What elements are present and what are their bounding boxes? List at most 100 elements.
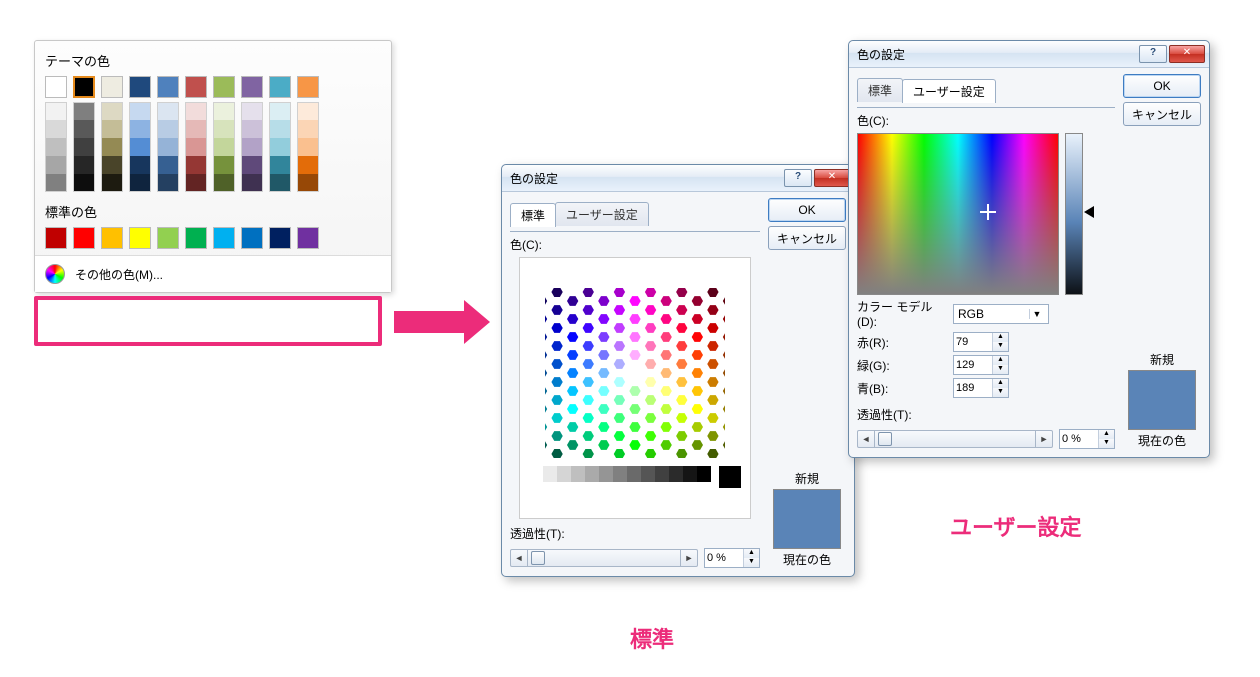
gray-swatch[interactable] bbox=[641, 466, 655, 482]
standard-swatch[interactable] bbox=[129, 227, 151, 249]
standard-swatch[interactable] bbox=[157, 227, 179, 249]
gray-swatch[interactable] bbox=[571, 466, 585, 482]
transparency-slider[interactable]: ◄ ► bbox=[510, 549, 698, 567]
close-button[interactable]: ✕ bbox=[814, 169, 850, 187]
tint-swatch[interactable] bbox=[241, 102, 263, 120]
tint-swatch[interactable] bbox=[101, 102, 123, 120]
tint-swatch[interactable] bbox=[157, 138, 179, 156]
luminance-slider[interactable] bbox=[1065, 133, 1083, 295]
tint-swatch[interactable] bbox=[241, 156, 263, 174]
tint-swatch[interactable] bbox=[73, 174, 95, 192]
tint-swatch[interactable] bbox=[101, 120, 123, 138]
color-model-select[interactable]: RGB ▼ bbox=[953, 304, 1049, 324]
close-button[interactable]: ✕ bbox=[1169, 45, 1205, 63]
grayscale-row[interactable] bbox=[529, 466, 741, 488]
tint-swatch[interactable] bbox=[73, 102, 95, 120]
theme-swatch[interactable] bbox=[157, 76, 179, 98]
spin-down-icon[interactable]: ▼ bbox=[993, 365, 1008, 374]
gray-swatch[interactable] bbox=[719, 466, 741, 488]
theme-swatch[interactable] bbox=[269, 76, 291, 98]
tint-swatch[interactable] bbox=[185, 102, 207, 120]
transparency-spinner[interactable]: ▲▼ bbox=[704, 548, 760, 568]
gray-swatch[interactable] bbox=[599, 466, 613, 482]
tint-swatch[interactable] bbox=[297, 120, 319, 138]
tint-swatch[interactable] bbox=[101, 138, 123, 156]
tint-swatch[interactable] bbox=[297, 156, 319, 174]
gray-swatch[interactable] bbox=[655, 466, 669, 482]
tint-swatch[interactable] bbox=[129, 156, 151, 174]
spin-up-icon[interactable]: ▲ bbox=[744, 549, 759, 558]
ok-button[interactable]: OK bbox=[1123, 74, 1201, 98]
spin-down-icon[interactable]: ▼ bbox=[993, 388, 1008, 397]
gray-swatch[interactable] bbox=[627, 466, 641, 482]
theme-swatch[interactable] bbox=[129, 76, 151, 98]
blue-input[interactable] bbox=[954, 379, 992, 397]
spin-down-icon[interactable]: ▼ bbox=[744, 558, 759, 567]
tint-swatch[interactable] bbox=[157, 174, 179, 192]
tint-swatch[interactable] bbox=[297, 102, 319, 120]
blue-spinner[interactable]: ▲▼ bbox=[953, 378, 1009, 398]
standard-swatch[interactable] bbox=[297, 227, 319, 249]
tint-swatch[interactable] bbox=[213, 138, 235, 156]
gray-swatch[interactable] bbox=[585, 466, 599, 482]
gray-swatch[interactable] bbox=[683, 466, 697, 482]
tint-swatch[interactable] bbox=[241, 120, 263, 138]
standard-swatch[interactable] bbox=[213, 227, 235, 249]
dialog-titlebar[interactable]: 色の設定 ? ✕ bbox=[849, 41, 1209, 68]
slider-thumb[interactable] bbox=[531, 551, 545, 565]
tint-swatch[interactable] bbox=[185, 120, 207, 138]
gradient-color-picker[interactable] bbox=[857, 133, 1059, 295]
standard-swatch[interactable] bbox=[73, 227, 95, 249]
tint-swatch[interactable] bbox=[157, 120, 179, 138]
tint-swatch[interactable] bbox=[73, 156, 95, 174]
theme-swatch[interactable] bbox=[45, 76, 67, 98]
tint-swatch[interactable] bbox=[213, 102, 235, 120]
tab-standard[interactable]: 標準 bbox=[510, 203, 556, 227]
spin-up-icon[interactable]: ▲ bbox=[993, 379, 1008, 388]
transparency-input[interactable] bbox=[1060, 430, 1098, 448]
green-input[interactable] bbox=[954, 356, 992, 374]
tint-swatch[interactable] bbox=[129, 138, 151, 156]
spin-up-icon[interactable]: ▲ bbox=[993, 333, 1008, 342]
transparency-input[interactable] bbox=[705, 549, 743, 567]
tint-swatch[interactable] bbox=[45, 102, 67, 120]
theme-swatch[interactable] bbox=[101, 76, 123, 98]
red-spinner[interactable]: ▲▼ bbox=[953, 332, 1009, 352]
tint-swatch[interactable] bbox=[213, 174, 235, 192]
theme-swatch[interactable] bbox=[297, 76, 319, 98]
tint-swatch[interactable] bbox=[241, 174, 263, 192]
slider-left-icon[interactable]: ◄ bbox=[511, 550, 528, 566]
ok-button[interactable]: OK bbox=[768, 198, 846, 222]
tint-swatch[interactable] bbox=[297, 174, 319, 192]
tint-swatch[interactable] bbox=[45, 138, 67, 156]
tint-swatch[interactable] bbox=[101, 156, 123, 174]
tint-swatch[interactable] bbox=[241, 138, 263, 156]
slider-left-icon[interactable]: ◄ bbox=[858, 431, 875, 447]
standard-swatch[interactable] bbox=[101, 227, 123, 249]
tint-swatch[interactable] bbox=[157, 102, 179, 120]
slider-right-icon[interactable]: ► bbox=[680, 550, 697, 566]
spin-down-icon[interactable]: ▼ bbox=[993, 342, 1008, 351]
hex-color-picker[interactable] bbox=[519, 257, 751, 519]
green-spinner[interactable]: ▲▼ bbox=[953, 355, 1009, 375]
gray-swatch[interactable] bbox=[557, 466, 571, 482]
dialog-titlebar[interactable]: 色の設定 ? ✕ bbox=[502, 165, 854, 192]
tint-swatch[interactable] bbox=[185, 174, 207, 192]
theme-swatch[interactable] bbox=[241, 76, 263, 98]
gray-swatch[interactable] bbox=[613, 466, 627, 482]
tint-swatch[interactable] bbox=[129, 174, 151, 192]
tint-swatch[interactable] bbox=[129, 102, 151, 120]
gray-swatch[interactable] bbox=[669, 466, 683, 482]
tint-swatch[interactable] bbox=[185, 138, 207, 156]
gray-swatch[interactable] bbox=[697, 466, 711, 482]
tint-swatch[interactable] bbox=[45, 174, 67, 192]
slider-thumb[interactable] bbox=[878, 432, 892, 446]
gradient-crosshair-icon[interactable] bbox=[982, 206, 994, 218]
standard-swatch[interactable] bbox=[45, 227, 67, 249]
tint-swatch[interactable] bbox=[269, 138, 291, 156]
tint-swatch[interactable] bbox=[269, 102, 291, 120]
gray-swatch[interactable] bbox=[543, 466, 557, 482]
tint-swatch[interactable] bbox=[269, 156, 291, 174]
luminance-pointer-icon[interactable] bbox=[1084, 206, 1094, 218]
more-colors-item[interactable]: その他の色(M)... bbox=[35, 255, 391, 292]
